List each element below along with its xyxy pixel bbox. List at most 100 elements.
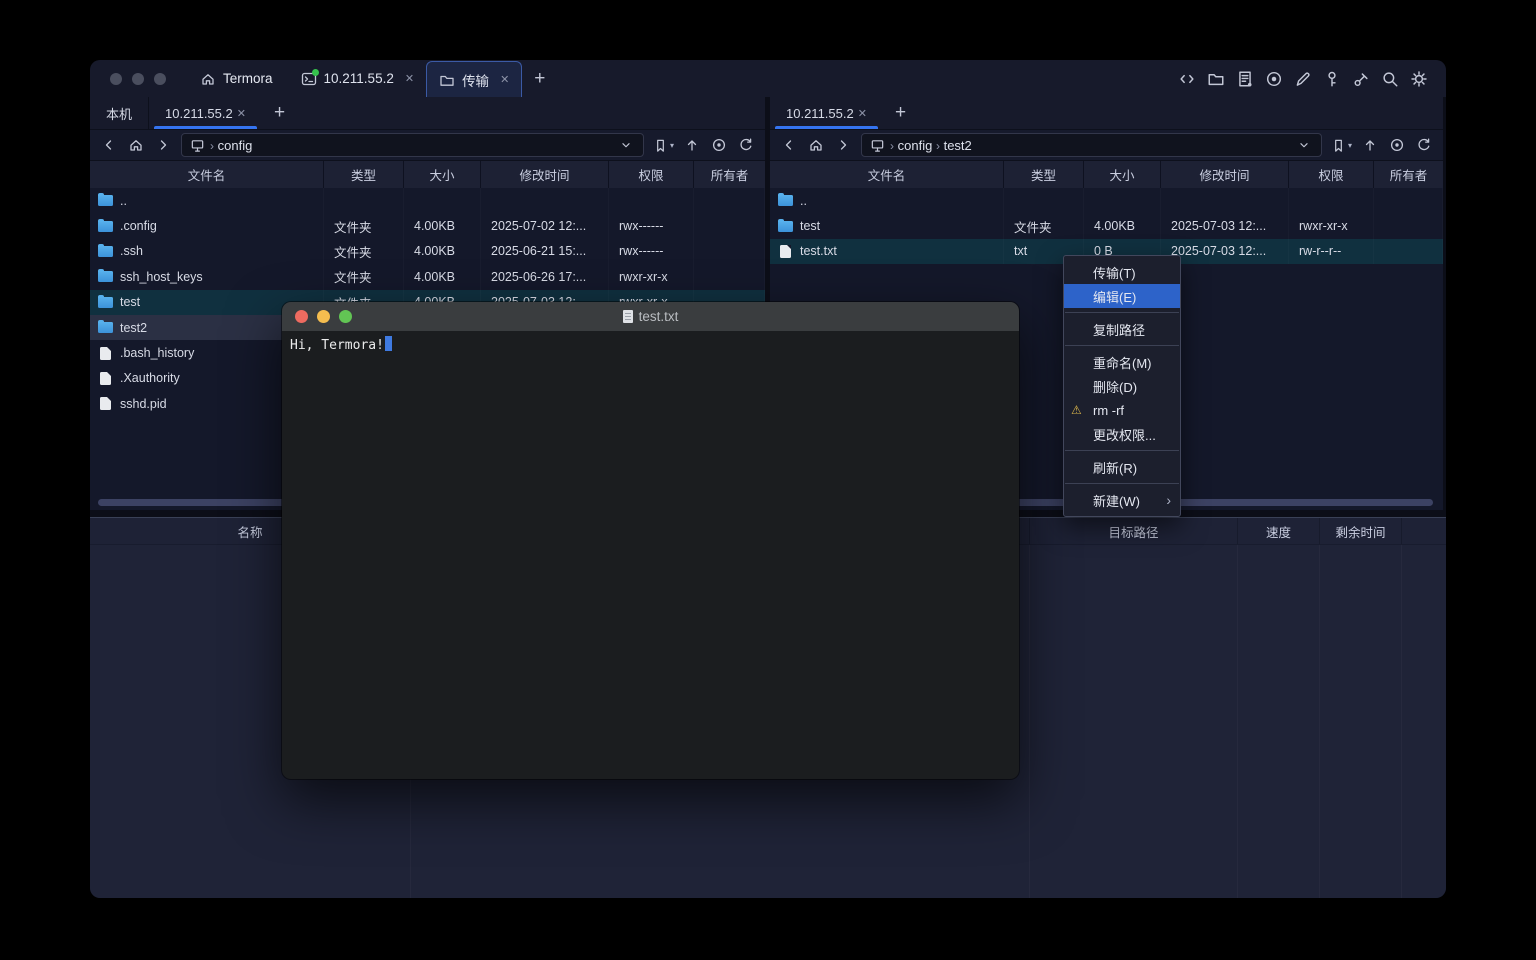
cell-name: test.txt bbox=[770, 239, 1004, 264]
editor-window-controls[interactable] bbox=[282, 310, 352, 323]
refresh-icon[interactable] bbox=[1415, 136, 1433, 154]
panel-tab-local[interactable]: 本机 bbox=[90, 97, 149, 129]
show-hidden-icon[interactable] bbox=[1388, 136, 1406, 154]
table-row[interactable]: .. bbox=[770, 188, 1443, 213]
column-header-name[interactable]: 文件名 bbox=[90, 161, 324, 188]
panel-tab-session[interactable]: 10.211.55.2 ✕ bbox=[770, 97, 883, 129]
crumb[interactable]: config bbox=[218, 138, 253, 153]
file-table-header[interactable]: 文件名 类型 大小 修改时间 权限 所有者 bbox=[770, 161, 1443, 188]
refresh-icon[interactable] bbox=[737, 136, 755, 154]
back-icon[interactable] bbox=[100, 136, 118, 154]
column-header-type[interactable]: 类型 bbox=[1004, 161, 1084, 188]
upload-icon[interactable] bbox=[683, 136, 701, 154]
column-header-owner[interactable]: 所有者 bbox=[1374, 161, 1443, 188]
close-tab-icon[interactable]: ✕ bbox=[500, 73, 509, 86]
tab-home[interactable]: Termora bbox=[184, 60, 289, 97]
bookmark-group[interactable]: ▾ bbox=[1331, 138, 1352, 153]
table-row[interactable]: ssh_host_keys 文件夹 4.00KB 2025-06-26 17:.… bbox=[90, 264, 765, 289]
bookmark-caret-icon[interactable]: ▾ bbox=[670, 141, 674, 150]
menu-item[interactable]: 传输(T) bbox=[1064, 260, 1180, 284]
new-panel-tab-button[interactable]: + bbox=[262, 97, 297, 129]
new-tab-button[interactable]: + bbox=[522, 60, 557, 97]
close-tab-icon[interactable]: ✕ bbox=[237, 107, 246, 120]
window-controls[interactable] bbox=[90, 60, 184, 97]
menu-item-label: 复制路径 bbox=[1093, 320, 1145, 339]
chevron-down-icon[interactable] bbox=[1295, 136, 1313, 154]
menu-item[interactable]: 重命名(M) bbox=[1064, 350, 1180, 374]
keychain-icon[interactable] bbox=[1352, 70, 1370, 88]
pencil-icon[interactable] bbox=[1294, 70, 1312, 88]
column-header-perm[interactable]: 权限 bbox=[1289, 161, 1374, 188]
maximize-window-button[interactable] bbox=[154, 73, 166, 85]
back-icon[interactable] bbox=[780, 136, 798, 154]
chevron-down-icon[interactable] bbox=[617, 136, 635, 154]
column-header-remaining[interactable]: 剩余时间 bbox=[1320, 518, 1402, 544]
editor-content[interactable]: Hi, Termora! bbox=[282, 331, 1019, 358]
menu-item[interactable]: 复制路径 bbox=[1064, 317, 1180, 341]
menu-item[interactable]: 删除(D) bbox=[1064, 374, 1180, 398]
key-icon[interactable] bbox=[1323, 70, 1341, 88]
menu-item[interactable] bbox=[1065, 345, 1179, 346]
cell-owner bbox=[1374, 188, 1443, 213]
right-panel-toolbar: › config › test2 ▾ bbox=[770, 130, 1443, 161]
cell-perm: rwx------ bbox=[609, 239, 694, 264]
crumb-separator: › bbox=[210, 139, 214, 153]
column-header-dest[interactable]: 目标路径 bbox=[1030, 518, 1238, 544]
bookmark-icon[interactable] bbox=[1331, 138, 1346, 153]
table-row[interactable]: .ssh 文件夹 4.00KB 2025-06-21 15:... rwx---… bbox=[90, 239, 765, 264]
forward-icon[interactable] bbox=[834, 136, 852, 154]
document-icon[interactable] bbox=[1236, 70, 1254, 88]
menu-item[interactable]: 刷新(R) bbox=[1064, 455, 1180, 479]
editor-titlebar[interactable]: test.txt bbox=[282, 302, 1019, 331]
menu-item[interactable] bbox=[1065, 450, 1179, 451]
column-header-type[interactable]: 类型 bbox=[324, 161, 404, 188]
menu-item[interactable]: 新建(W) › bbox=[1064, 488, 1180, 512]
column-header-name[interactable]: 文件名 bbox=[770, 161, 1004, 188]
upload-icon[interactable] bbox=[1361, 136, 1379, 154]
home-icon[interactable] bbox=[807, 136, 825, 154]
show-hidden-icon[interactable] bbox=[710, 136, 728, 154]
menu-item[interactable] bbox=[1065, 312, 1179, 313]
table-row[interactable]: .. bbox=[90, 188, 765, 213]
tab-session[interactable]: 10.211.55.2 ✕ bbox=[289, 60, 427, 97]
crumb[interactable]: test2 bbox=[944, 138, 972, 153]
crumb[interactable]: config bbox=[898, 138, 933, 153]
file-table-header[interactable]: 文件名 类型 大小 修改时间 权限 所有者 bbox=[90, 161, 765, 188]
bookmark-caret-icon[interactable]: ▾ bbox=[1348, 141, 1352, 150]
menu-item[interactable]: 更改权限... bbox=[1064, 422, 1180, 446]
home-icon[interactable] bbox=[127, 136, 145, 154]
panel-tab-session[interactable]: 10.211.55.2 ✕ bbox=[149, 97, 262, 129]
tab-transfer[interactable]: 传输 ✕ bbox=[426, 61, 522, 97]
minimize-window-button[interactable] bbox=[317, 310, 330, 323]
column-header-size[interactable]: 大小 bbox=[404, 161, 481, 188]
minimize-window-button[interactable] bbox=[132, 73, 144, 85]
cell-type bbox=[1004, 188, 1084, 213]
close-window-button[interactable] bbox=[295, 310, 308, 323]
menu-item[interactable] bbox=[1065, 483, 1179, 484]
close-tab-icon[interactable]: ✕ bbox=[405, 72, 414, 85]
column-header-modified[interactable]: 修改时间 bbox=[1161, 161, 1289, 188]
column-header-perm[interactable]: 权限 bbox=[609, 161, 694, 188]
bookmark-group[interactable]: ▾ bbox=[653, 138, 674, 153]
column-header-speed[interactable]: 速度 bbox=[1238, 518, 1320, 544]
column-header-modified[interactable]: 修改时间 bbox=[481, 161, 609, 188]
gear-icon[interactable] bbox=[1410, 70, 1428, 88]
close-tab-icon[interactable]: ✕ bbox=[858, 107, 867, 120]
column-header-size[interactable]: 大小 bbox=[1084, 161, 1161, 188]
forward-icon[interactable] bbox=[154, 136, 172, 154]
path-breadcrumb[interactable]: › config › test2 bbox=[861, 133, 1322, 157]
maximize-window-button[interactable] bbox=[339, 310, 352, 323]
search-icon[interactable] bbox=[1381, 70, 1399, 88]
bookmark-icon[interactable] bbox=[653, 138, 668, 153]
code-icon[interactable] bbox=[1178, 70, 1196, 88]
path-breadcrumb[interactable]: › config bbox=[181, 133, 644, 157]
table-row[interactable]: .config 文件夹 4.00KB 2025-07-02 12:... rwx… bbox=[90, 213, 765, 238]
new-panel-tab-button[interactable]: + bbox=[883, 97, 918, 129]
menu-item[interactable]: rm -rf bbox=[1064, 398, 1180, 422]
column-header-owner[interactable]: 所有者 bbox=[694, 161, 765, 188]
record-icon[interactable] bbox=[1265, 70, 1283, 88]
folder-icon[interactable] bbox=[1207, 70, 1225, 88]
menu-item[interactable]: 编辑(E) bbox=[1064, 284, 1180, 308]
table-row[interactable]: test 文件夹 4.00KB 2025-07-03 12:... rwxr-x… bbox=[770, 213, 1443, 238]
close-window-button[interactable] bbox=[110, 73, 122, 85]
